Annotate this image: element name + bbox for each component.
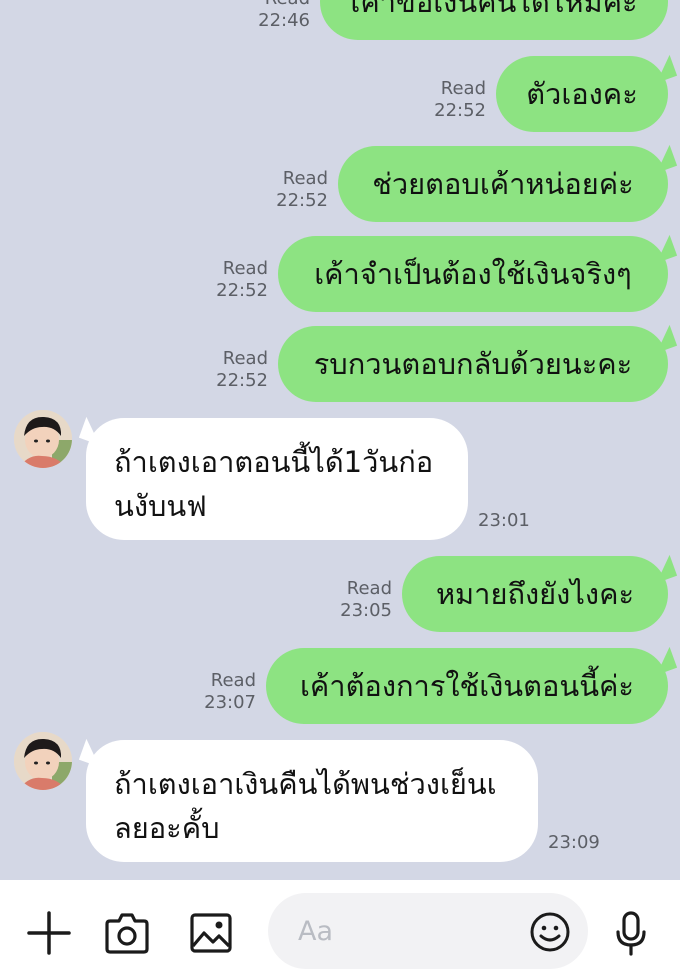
message-status: Read 22:52 [406,78,486,122]
incoming-message[interactable]: ถ้าเตงเอาเงินคืนได้พนช่วงเย็นเลยอะคั้บ [86,740,538,862]
read-receipt: Read [440,78,486,99]
incoming-message[interactable]: ถ้าเตงเอาตอนนี้ได้1วันก่อนงับนฟ [86,418,468,540]
contact-avatar[interactable] [14,732,72,790]
contact-avatar[interactable] [14,410,72,468]
message-time: 23:09 [548,832,600,853]
message-text: ช่วยตอบเค้าหน่อยค่ะ [372,167,634,201]
outgoing-message[interactable]: ช่วยตอบเค้าหน่อยค่ะ [338,146,668,222]
message-text: เค้าต้องการใช้เงินตอนนี้ค่ะ [299,669,635,703]
read-receipt: Read [222,258,268,279]
chat-thread[interactable]: Read 22:46 เค้าขอเงินคืนได้ไหมคะ Read 22… [0,0,680,880]
message-time: 23:01 [478,510,530,531]
message-time: 23:05 [340,600,392,621]
camera-icon[interactable] [102,908,152,958]
outgoing-message[interactable]: ตัวเองคะ [496,56,668,132]
read-receipt: Read [210,670,256,691]
read-receipt: Read [282,168,328,189]
message-status: Read 23:07 [176,670,256,714]
message-composer [0,880,680,980]
microphone-icon[interactable] [608,908,654,958]
message-status: Read 22:52 [188,258,268,302]
read-receipt: Read [222,348,268,369]
outgoing-message[interactable]: เค้าต้องการใช้เงินตอนนี้ค่ะ [266,648,668,724]
message-status: Read 22:52 [248,168,328,212]
message-status: Read 23:05 [312,578,392,622]
plus-icon[interactable] [24,908,74,958]
message-input-field[interactable] [268,893,588,969]
message-text: ตัวเองคะ [526,77,638,111]
message-text: ถ้าเตงเอาตอนนี้ได้1วันก่อนงับนฟ [114,445,434,523]
message-time: 22:52 [216,370,268,391]
message-text: หมายถึงยังไงคะ [435,577,635,611]
emoji-icon[interactable] [528,910,572,954]
message-status: Read 22:46 [230,0,310,32]
outgoing-message[interactable]: หมายถึงยังไงคะ [402,556,668,632]
message-time: 22:52 [434,100,486,121]
outgoing-message[interactable]: เค้าจำเป็นต้องใช้เงินจริงๆ [278,236,668,312]
message-text: ถ้าเตงเอาเงินคืนได้พนช่วงเย็นเลยอะคั้บ [114,767,497,845]
image-icon[interactable] [186,908,236,958]
outgoing-message[interactable]: รบกวนตอบกลับด้วยนะคะ [278,326,668,402]
message-time: 22:46 [258,10,310,31]
message-time: 22:52 [216,280,268,301]
message-input[interactable] [298,911,518,951]
read-receipt: Read [230,0,310,10]
message-text: เค้าขอเงินคืนได้ไหมคะ [350,0,638,19]
message-text: รบกวนตอบกลับด้วยนะคะ [313,347,633,381]
message-time: 23:07 [204,692,256,713]
message-status: Read 22:52 [188,348,268,392]
message-text: เค้าจำเป็นต้องใช้เงินจริงๆ [314,257,632,291]
read-receipt: Read [346,578,392,599]
outgoing-message[interactable]: เค้าขอเงินคืนได้ไหมคะ [320,0,668,40]
message-time: 22:52 [276,190,328,211]
